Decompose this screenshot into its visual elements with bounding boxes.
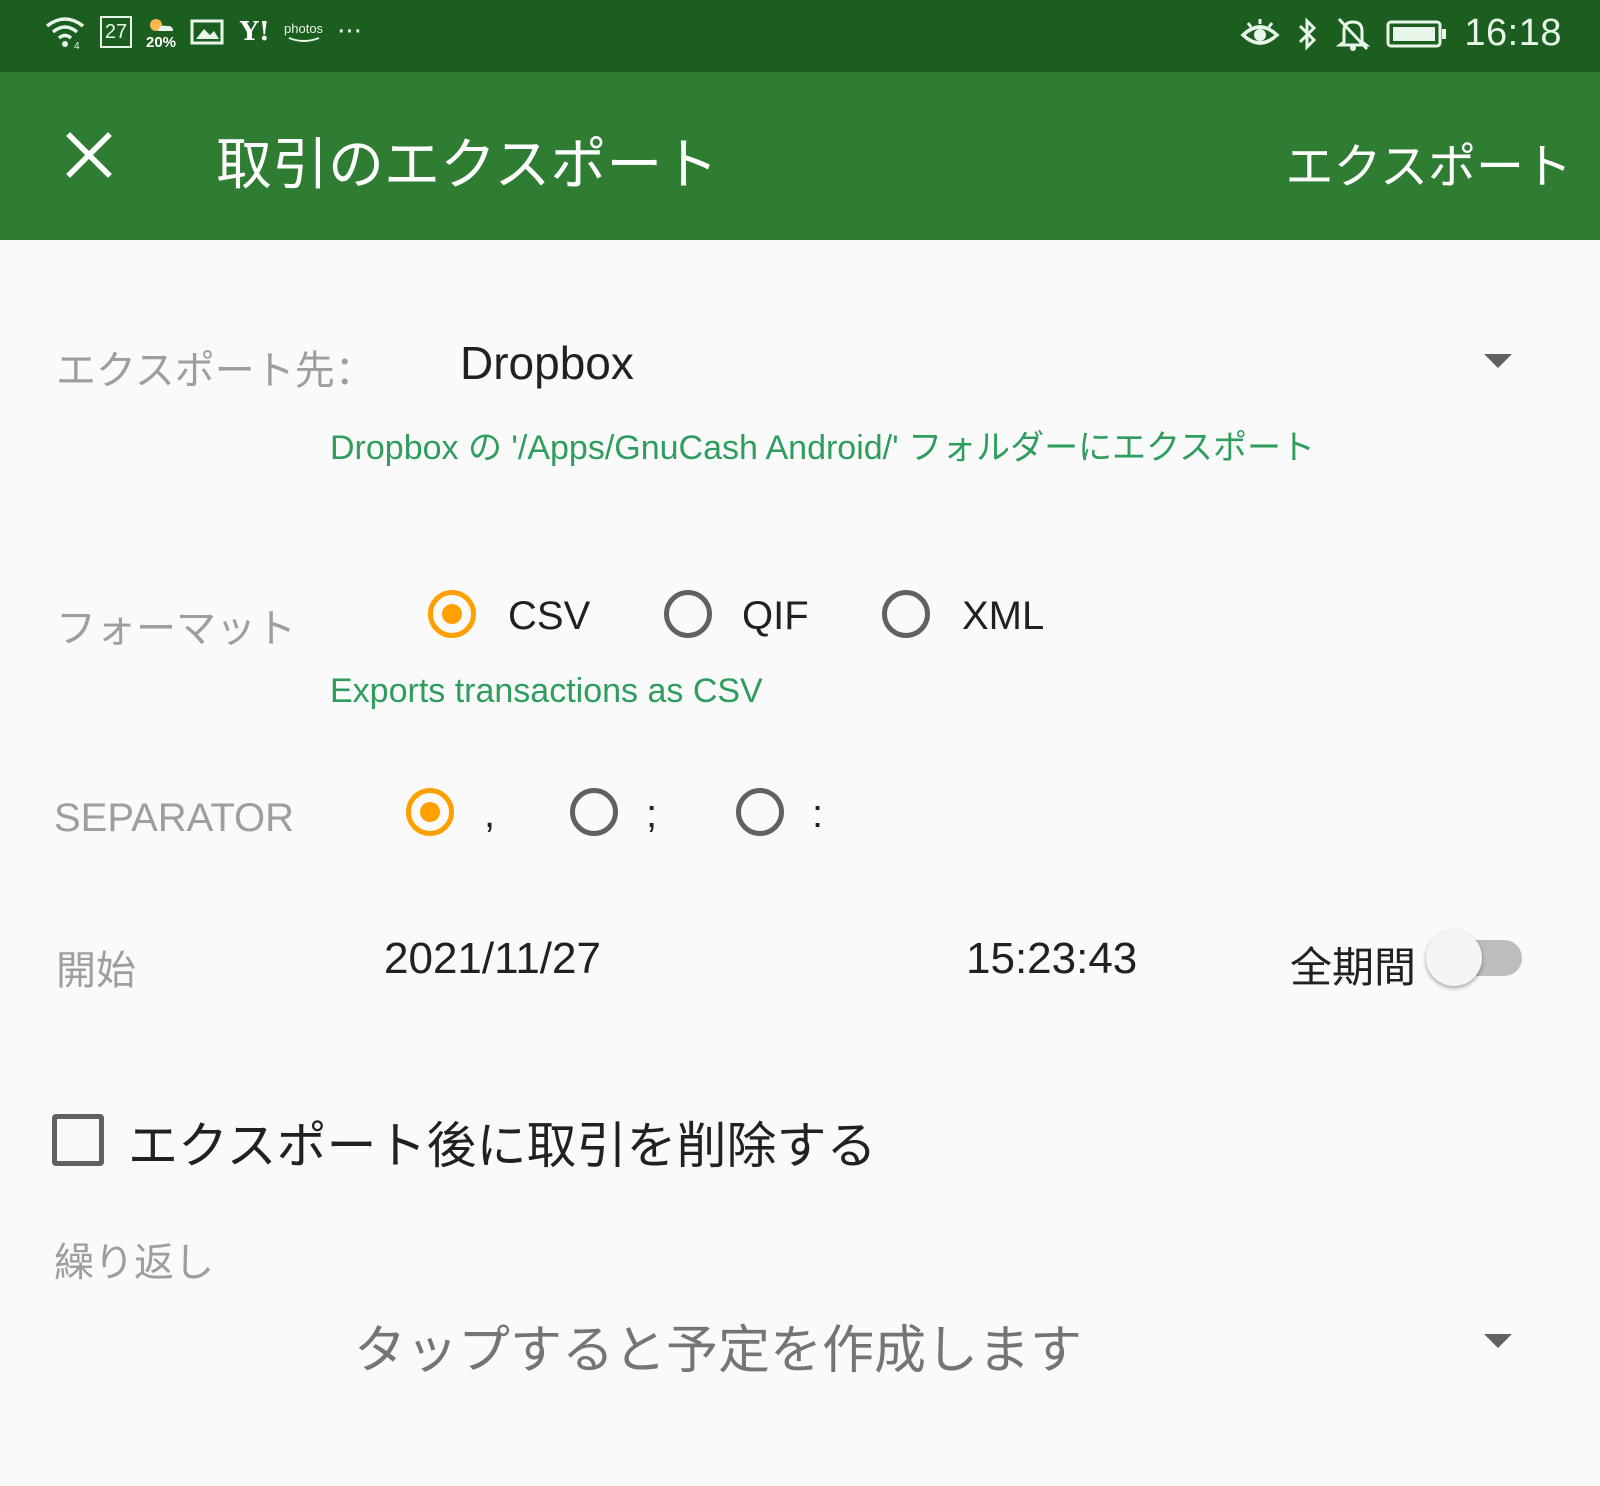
- start-time-field[interactable]: 15:23:43: [966, 934, 1137, 984]
- separator-option-colon[interactable]: :: [736, 788, 846, 852]
- eye-comfort-icon: [1240, 17, 1280, 51]
- svg-text:4: 4: [74, 41, 80, 50]
- format-option-qif[interactable]: QIF: [664, 590, 834, 654]
- radio-semicolon[interactable]: [570, 788, 618, 836]
- start-date-field[interactable]: 2021/11/27: [384, 934, 601, 984]
- format-option-xml[interactable]: XML: [882, 590, 1082, 654]
- calendar-icon: 27: [100, 16, 132, 48]
- weather-icon: 20%: [146, 15, 176, 50]
- start-label: 開始: [56, 948, 136, 994]
- radio-xml-label: XML: [962, 594, 1045, 638]
- radio-qif-label: QIF: [742, 594, 809, 638]
- radio-colon-label: :: [812, 792, 824, 836]
- destination-hint: Dropbox の '/Apps/GnuCash Android/' フォルダー…: [330, 429, 1316, 467]
- radio-xml[interactable]: [882, 590, 930, 638]
- app-bar: 取引のエクスポート エクスポート: [0, 72, 1600, 240]
- weather-percent: 20%: [146, 33, 177, 51]
- separator-label: SEPARATOR: [54, 796, 295, 840]
- destination-label: エクスポート先：: [56, 348, 375, 394]
- wifi-icon: 4: [44, 14, 86, 50]
- separator-option-comma[interactable]: ,: [406, 788, 516, 852]
- yahoo-icon: Y!: [240, 17, 271, 47]
- chevron-down-icon: [1484, 354, 1512, 368]
- radio-semicolon-label: ;: [646, 792, 658, 836]
- bluetooth-icon: [1296, 16, 1320, 52]
- page-title: 取引のエクスポート: [216, 133, 719, 198]
- separator-option-semicolon[interactable]: ;: [570, 788, 680, 852]
- more-icon: ···: [337, 17, 362, 47]
- status-time: 16:18: [1464, 12, 1562, 54]
- notifications-off-icon: [1336, 16, 1371, 52]
- destination-value: Dropbox: [460, 337, 634, 389]
- delete-after-export-checkbox[interactable]: [52, 1114, 104, 1166]
- chevron-down-icon: [1484, 1334, 1512, 1348]
- amazon-photos-text: photos: [284, 20, 324, 36]
- gallery-icon: [190, 17, 226, 47]
- radio-comma-label: ,: [484, 792, 496, 836]
- export-button[interactable]: エクスポート: [1285, 127, 1572, 197]
- switch-thumb[interactable]: [1426, 930, 1482, 986]
- format-hint: Exports transactions as CSV: [330, 672, 763, 710]
- recurrence-placeholder: タップすると予定を作成します: [354, 1321, 1083, 1381]
- status-bar-left: 4 27 20% Y! photos ···: [44, 14, 362, 50]
- status-bar-right: 16:18: [1240, 12, 1562, 55]
- close-button[interactable]: [56, 122, 124, 190]
- delete-after-export-label: エクスポート後に取引を削除する: [128, 1117, 877, 1175]
- radio-csv-label: CSV: [508, 594, 591, 638]
- radio-comma[interactable]: [406, 788, 454, 836]
- status-bar: 4 27 20% Y! photos ··· 16:18: [0, 0, 1600, 72]
- destination-spinner[interactable]: Dropbox: [440, 320, 1520, 404]
- radio-csv[interactable]: [428, 590, 476, 638]
- recurrence-spinner[interactable]: タップすると予定を作成します: [320, 1290, 1530, 1390]
- all-period-label: 全期間: [1290, 943, 1417, 992]
- radio-qif[interactable]: [664, 590, 712, 638]
- recurrence-label: 繰り返し: [54, 1240, 214, 1286]
- radio-colon[interactable]: [736, 788, 784, 836]
- close-icon: [66, 132, 112, 178]
- format-label: フォーマット: [56, 606, 296, 652]
- format-option-csv[interactable]: CSV: [428, 590, 598, 654]
- amazon-photos-icon: photos: [284, 21, 323, 44]
- battery-icon: [1386, 19, 1448, 49]
